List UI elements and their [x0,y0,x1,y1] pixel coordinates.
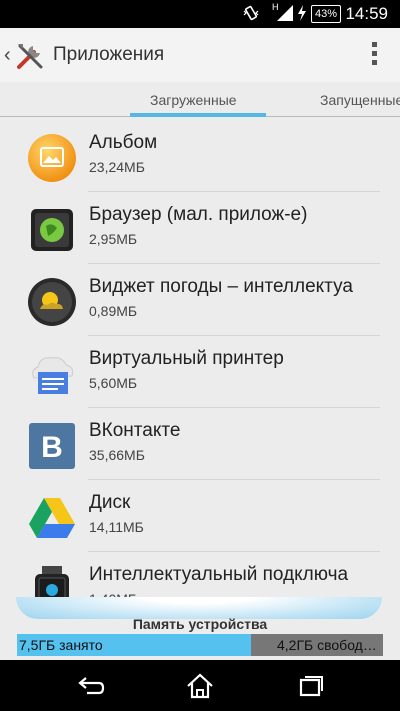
clock: 14:59 [345,4,388,23]
app-name: Виртуальный принтер [89,348,284,369]
tab-downloaded[interactable]: Загруженные [150,92,237,108]
app-list[interactable]: Альбом 23,24МБ Браузер (мал. прилож-е) 2… [0,120,400,610]
back-icon[interactable] [75,671,105,701]
navigation-bar [0,660,400,711]
app-name: Виджет погоды – интеллектуа [89,276,353,297]
app-size: 2,95МБ [89,231,138,247]
vk-icon: В [29,423,75,469]
app-name: ВКонтакте [89,420,181,441]
active-tab-indicator [130,113,266,117]
page-title: Приложения [53,44,165,65]
storage-title: Память устройства [132,616,268,632]
weather-widget-icon [28,278,76,326]
storage-bar: 7,5ГБ занято 4,2ГБ свобод… [17,634,383,656]
vibrate-icon [243,5,259,21]
list-item[interactable]: В ВКонтакте 35,66МБ [0,408,400,480]
app-size: 35,66МБ [89,447,145,463]
list-item[interactable]: Альбом 23,24МБ [0,120,400,192]
charging-icon [298,5,306,21]
status-bar: H 43% 14:59 [0,0,400,28]
app-name: Диск [89,492,131,513]
back-chevron-icon[interactable]: ‹ [4,44,11,67]
app-size: 5,60МБ [89,375,138,391]
app-size: 0,89МБ [89,303,138,319]
cloud-print-icon [32,357,74,394]
browser-icon [31,209,73,251]
tools-icon[interactable] [14,40,46,72]
list-item[interactable]: Виджет погоды – интеллектуа 0,89МБ [0,264,400,336]
action-bar: ‹ Приложения [0,28,400,83]
album-icon [28,134,76,182]
app-size: 23,24МБ [89,159,145,175]
app-size: 14,11МБ [89,519,144,535]
overflow-menu-icon[interactable] [370,42,378,68]
app-name: Браузер (мал. прилож-е) [89,204,308,225]
list-item[interactable]: Диск 14,11МБ [0,480,400,552]
drive-icon [29,498,75,538]
home-icon[interactable] [185,671,215,701]
battery-icon: 43% [311,5,342,23]
svg-text:В: В [41,431,63,464]
list-item[interactable]: Браузер (мал. прилож-е) 2,95МБ [0,192,400,264]
storage-free-label: 4,2ГБ свобод… [277,637,377,653]
tab-running[interactable]: Запущенные [320,92,400,108]
list-item[interactable]: Виртуальный принтер 5,60МБ [0,336,400,408]
storage-used-label: 7,5ГБ занято [19,637,103,653]
recent-apps-icon[interactable] [296,671,326,701]
app-name: Интеллектуальный подключа [89,564,349,585]
signal-icon [277,5,293,21]
app-name: Альбом [89,132,158,153]
